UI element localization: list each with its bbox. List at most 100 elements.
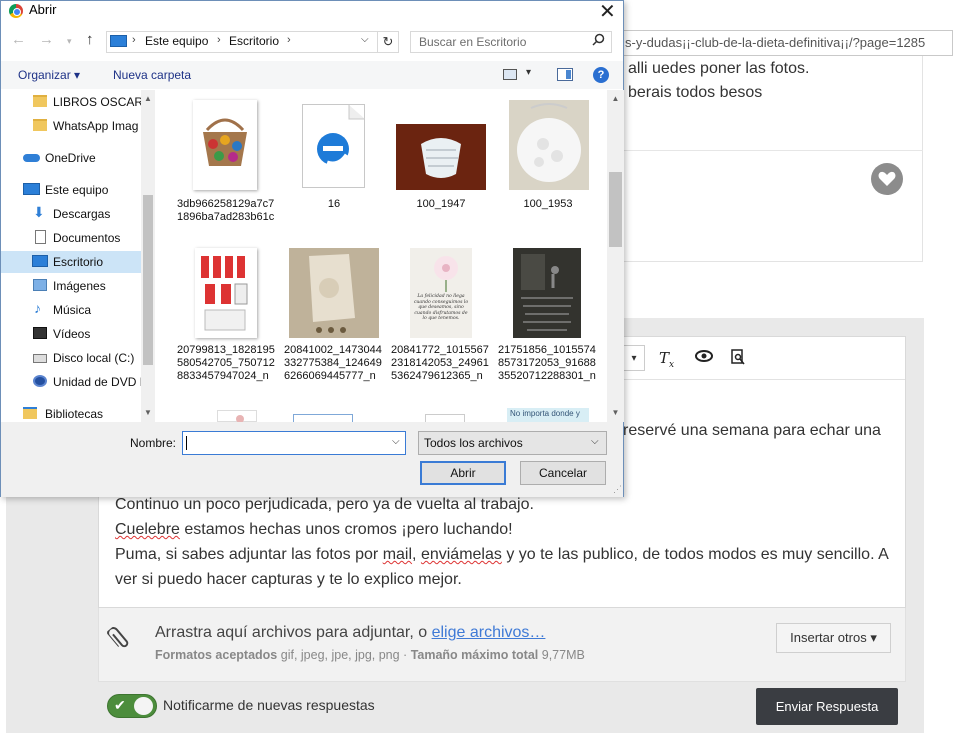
dialog-bottom-panel: Nombre: ⌵ Todos los archivos ⌵ Abrir Can… (1, 422, 623, 497)
search-placeholder: Buscar en Escritorio (419, 35, 527, 49)
open-file-dialog: Abrir ✕ ← → ▾ ↑ › Este equipo › Escritor… (0, 0, 624, 497)
file-list-scrollbar[interactable]: ▲ ▼ (607, 90, 624, 422)
sidebar-item-documentos[interactable]: Documentos (1, 227, 141, 249)
sidebar-item-label: Disco local (C:) (53, 351, 135, 365)
browser-url-bar[interactable]: s-y-dudas¡¡-club-de-la-dieta-definitiva¡… (620, 30, 953, 56)
editor-text: , (412, 546, 421, 563)
sidebar-item-este-equipo[interactable]: Este equipo (1, 179, 141, 201)
back-icon[interactable]: ← (11, 31, 26, 48)
file-type-select[interactable]: Todos los archivos ⌵ (418, 431, 607, 455)
search-input[interactable]: Buscar en Escritorio (410, 31, 612, 53)
chevron-down-icon: ⌵ (591, 436, 599, 447)
sidebar-item-label: Escritorio (53, 255, 104, 269)
chevron-down-icon[interactable]: ▾ (526, 67, 531, 78)
attach-formats: Formatos aceptados gif, jpeg, jpe, jpg, … (155, 648, 585, 662)
file-thumbnail (193, 100, 257, 190)
breadcrumb-item[interactable]: Escritorio (229, 34, 279, 48)
sidebar-item-videos[interactable]: Vídeos (1, 323, 141, 345)
sidebar-scrollbar[interactable]: ▲ ▼ (141, 90, 155, 422)
view-icon[interactable] (503, 69, 517, 80)
computer-icon (110, 35, 127, 47)
text-caret (186, 436, 187, 450)
file-thumbnail[interactable] (425, 414, 465, 422)
quote-image-thumbnail: La felicidad no llega cuando conseguimos… (410, 248, 472, 338)
music-icon: ♪ (34, 300, 41, 316)
choose-files-link[interactable]: elige archivos… (432, 624, 546, 641)
open-button[interactable]: Abrir (420, 461, 506, 485)
help-icon[interactable]: ? (593, 67, 609, 83)
scrollbar-thumb[interactable] (609, 172, 622, 247)
editor-text: Puma, si sabes adjuntar las fotos por (115, 546, 383, 563)
insert-other-button[interactable]: Insertar otros ▾ (776, 623, 891, 653)
heart-icon[interactable] (871, 163, 903, 195)
scroll-up-icon[interactable]: ▲ (141, 94, 155, 103)
chevron-right-icon: › (287, 34, 291, 46)
sidebar-item-libros-oscar[interactable]: LIBROS OSCAR (1, 91, 141, 113)
editor-text-line: Puma, si sabes adjuntar las fotos por ma… (115, 542, 889, 567)
scroll-down-icon[interactable]: ▼ (607, 408, 624, 417)
sidebar-item-imagenes[interactable]: Imágenes (1, 275, 141, 297)
cancel-button[interactable]: Cancelar (520, 461, 606, 485)
dvd-icon (33, 375, 47, 387)
library-icon (23, 407, 37, 419)
organize-menu[interactable]: Organizar ▾ (18, 68, 80, 82)
sidebar-item-onedrive[interactable]: OneDrive (1, 147, 141, 169)
navigation-pane: LIBROS OSCAR WhatsApp Imag OneDrive Este… (1, 90, 155, 422)
up-icon[interactable]: ↑ (86, 31, 94, 48)
sidebar-item-disco-local[interactable]: Disco local (C:) (1, 347, 141, 369)
file-name-input[interactable]: ⌵ (182, 431, 406, 455)
close-icon[interactable]: ✕ (599, 0, 616, 24)
breadcrumb-item[interactable]: Este equipo (145, 34, 208, 48)
notify-label: Notificarme de nuevas respuestas (163, 697, 375, 713)
file-thumbnail[interactable] (217, 410, 257, 422)
sidebar-item-label: Descargas (53, 207, 111, 221)
file-thumbnail[interactable]: No importa donde y (507, 408, 589, 422)
notify-toggle[interactable]: ✔ (107, 694, 157, 718)
chevron-down-icon[interactable]: ⌵ (392, 436, 400, 447)
browser-top-area (620, 0, 953, 30)
format-dropdown[interactable]: ▾ (623, 345, 645, 371)
command-bar: Organizar ▾ Nueva carpeta ▾ ? (1, 61, 623, 89)
editor-text: estamos hechas unos cromos ¡pero luchand… (179, 521, 513, 538)
editor-text-line: reservé una semana para echar una (623, 422, 881, 439)
refresh-icon[interactable]: ↻ (378, 31, 399, 53)
recent-dropdown-icon[interactable]: ▾ (67, 36, 72, 47)
eye-icon[interactable] (695, 349, 713, 366)
sidebar-item-whatsapp[interactable]: WhatsApp Imag (1, 115, 141, 137)
quote-text: La felicidad no llega cuando conseguimos… (413, 294, 469, 321)
folder-icon (33, 95, 47, 107)
clear-format-icon[interactable]: Tx (659, 349, 674, 370)
url-text: s-y-dudas¡¡-club-de-la-dieta-definitiva¡… (625, 35, 926, 50)
scrollbar-thumb[interactable] (143, 195, 153, 365)
folder-icon (33, 119, 47, 131)
editor-text: y yo te las publico, de todos modos es m… (501, 546, 889, 563)
file-name: 100_1947 (416, 198, 466, 210)
new-folder-button[interactable]: Nueva carpeta (113, 68, 191, 82)
forward-icon[interactable]: → (39, 31, 54, 48)
search-icon[interactable] (592, 33, 605, 49)
file-name: 20841002_1473044332775384_12464962660694… (284, 344, 382, 382)
file-thumbnail (396, 124, 486, 190)
sidebar-item-descargas[interactable]: ⬇ Descargas (1, 203, 141, 225)
scroll-down-icon[interactable]: ▼ (141, 408, 155, 417)
file-thumbnail[interactable] (293, 414, 353, 422)
send-reply-button[interactable]: Enviar Respuesta (756, 688, 898, 725)
preview-icon[interactable] (731, 349, 745, 369)
sidebar-item-label: LIBROS OSCAR (53, 95, 141, 109)
scroll-up-icon[interactable]: ▲ (607, 94, 624, 103)
sidebar-item-label: Imágenes (53, 279, 106, 293)
sidebar-item-escritorio[interactable]: Escritorio (1, 251, 141, 273)
formats-label: Formatos aceptados (155, 648, 278, 662)
chevron-down-icon[interactable]: ⌵ (361, 34, 369, 45)
post-text-line: alli uedes poner las fotos. (628, 60, 810, 77)
preview-pane-icon[interactable] (557, 68, 573, 81)
sidebar-item-dvd[interactable]: Unidad de DVD R (1, 371, 141, 393)
toggle-knob (134, 697, 153, 715)
resize-grip-icon[interactable]: ⋰ (613, 484, 622, 495)
formats-value: gif, jpeg, jpe, jpg, png · (277, 648, 411, 662)
chrome-icon (9, 4, 23, 18)
sidebar-item-musica[interactable]: ♪ Música (1, 299, 141, 321)
address-bar[interactable]: › Este equipo › Escritorio › ⌵ (106, 31, 378, 53)
computer-icon (23, 183, 40, 195)
attachment-dropzone[interactable]: Arrastra aquí archivos para adjuntar, o … (98, 608, 906, 682)
